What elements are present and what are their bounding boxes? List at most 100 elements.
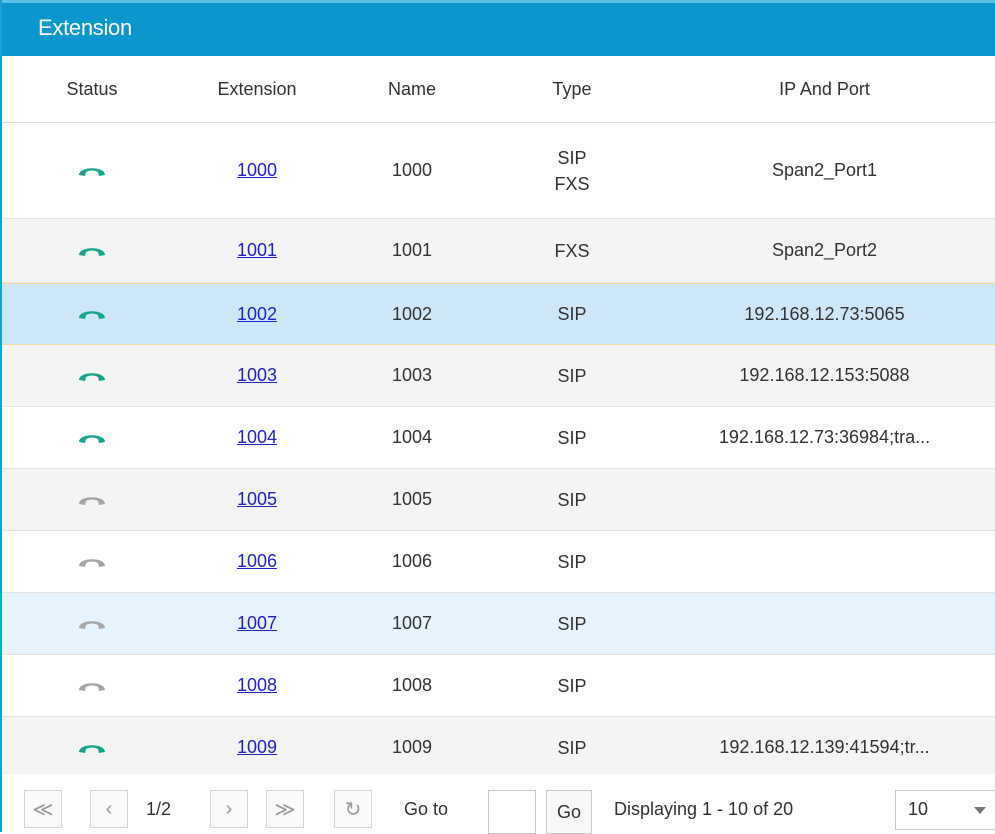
phone-offline-icon: [2, 469, 182, 530]
name-cell: 1002: [391, 303, 433, 324]
ip-port-cell: [652, 531, 995, 592]
table-header: Status Extension Name Type IP And Port: [2, 56, 995, 123]
refresh-icon: ↻: [344, 798, 362, 821]
type-cell: SIP: [492, 284, 652, 344]
extension-panel: Extension Status Extension Name Type IP …: [0, 0, 995, 834]
extension-link[interactable]: 1002: [237, 304, 277, 325]
refresh-button[interactable]: ↻: [334, 790, 372, 828]
extension-cell: 1001: [182, 219, 332, 282]
extension-cell: 1000: [182, 123, 332, 218]
extension-link[interactable]: 1003: [237, 365, 277, 386]
type-value: SIP: [557, 551, 587, 572]
column-header-extension[interactable]: Extension: [182, 56, 332, 122]
type-value: SIP: [557, 737, 587, 758]
page-size-value: 10: [908, 799, 929, 819]
table-row[interactable]: 1004 1004 SIP 192.168.12.73:36984;tra...: [2, 407, 995, 469]
double-chevron-right-icon: ≫: [274, 798, 296, 821]
extension-link[interactable]: 1000: [237, 160, 277, 181]
table-row[interactable]: 1001 1001 FXS Span2_Port2: [2, 219, 995, 283]
extension-cell: 1003: [182, 345, 332, 406]
extension-cell: 1004: [182, 407, 332, 468]
phone-offline-icon: [2, 655, 182, 716]
ip-port-cell: 192.168.12.73:36984;tra...: [718, 427, 931, 447]
column-header-type[interactable]: Type: [492, 56, 652, 122]
type-cell: SIP: [492, 717, 652, 778]
type-cell: SIP FXS: [492, 123, 652, 218]
type-cell: SIP: [492, 531, 652, 592]
column-header-ip-and-port[interactable]: IP And Port: [652, 56, 995, 122]
extension-table: Status Extension Name Type IP And Port 1…: [2, 56, 995, 779]
name-cell: 1003: [391, 365, 433, 385]
phone-offline-icon: [2, 531, 182, 592]
type-value: SIP: [557, 427, 587, 448]
last-page-button[interactable]: ≫: [266, 790, 304, 828]
table-row[interactable]: 1002 1002 SIP 192.168.12.73:5065: [2, 283, 995, 345]
phone-online-icon: [2, 284, 182, 344]
extension-cell: 1006: [182, 531, 332, 592]
ip-port-cell: [652, 655, 995, 716]
double-chevron-left-icon: ≪: [32, 798, 54, 821]
type-value: FXS: [554, 240, 590, 261]
phone-online-icon: [2, 123, 182, 218]
ip-port-cell: 192.168.12.73:5065: [744, 303, 905, 324]
phone-online-icon: [2, 717, 182, 778]
pagination-bar: ≪ ‹ 1/2 › ≫ ↻ Go to Go Displaying 1 - 10…: [2, 774, 995, 834]
column-header-name[interactable]: Name: [332, 56, 492, 122]
page-size-select[interactable]: 10: [895, 790, 995, 830]
extension-link[interactable]: 1004: [237, 427, 277, 448]
type-value: SIP: [557, 304, 587, 324]
dropdown-arrow-icon: [974, 807, 986, 814]
prev-page-button[interactable]: ‹: [90, 790, 128, 828]
type-cell: SIP: [492, 655, 652, 716]
phone-offline-icon: [2, 593, 182, 654]
extension-link[interactable]: 1009: [237, 737, 277, 758]
chevron-right-icon: ›: [225, 797, 233, 820]
go-button[interactable]: Go: [546, 790, 592, 834]
name-cell: 1005: [391, 489, 433, 509]
ip-port-cell: Span2_Port1: [771, 160, 878, 180]
type-cell: SIP: [492, 469, 652, 530]
ip-port-cell: 192.168.12.153:5088: [739, 365, 910, 385]
table-body: 1000 1000 SIP FXS Span2_Port1 1001 1001 FXS Span…: [2, 123, 995, 779]
extension-cell: 1009: [182, 717, 332, 778]
goto-page-input[interactable]: [488, 790, 536, 834]
extension-link[interactable]: 1007: [237, 613, 277, 634]
extension-cell: 1008: [182, 655, 332, 716]
type-value: SIP: [557, 147, 587, 168]
page-indicator: 1/2: [146, 798, 172, 819]
extension-cell: 1002: [182, 284, 332, 344]
type-value: SIP: [557, 489, 587, 510]
type-value: FXS: [554, 173, 590, 194]
name-cell: 1000: [391, 160, 433, 180]
type-value: SIP: [557, 365, 587, 386]
display-count-text: Displaying 1 - 10 of 20: [614, 798, 794, 819]
extension-link[interactable]: 1005: [237, 489, 277, 510]
table-row[interactable]: 1009 1009 SIP 192.168.12.139:41594;tr...: [2, 717, 995, 779]
first-page-button[interactable]: ≪: [24, 790, 62, 828]
extension-cell: 1007: [182, 593, 332, 654]
panel-header: Extension: [2, 0, 995, 56]
next-page-button[interactable]: ›: [210, 790, 248, 828]
name-cell: 1007: [391, 613, 433, 633]
phone-online-icon: [2, 407, 182, 468]
table-row[interactable]: 1003 1003 SIP 192.168.12.153:5088: [2, 345, 995, 407]
type-cell: FXS: [492, 219, 652, 282]
goto-label: Go to: [404, 798, 449, 819]
table-row[interactable]: 1005 1005 SIP: [2, 469, 995, 531]
extension-link[interactable]: 1006: [237, 551, 277, 572]
ip-port-cell: [652, 593, 995, 654]
name-cell: 1004: [391, 427, 433, 447]
column-header-status[interactable]: Status: [2, 56, 182, 122]
table-row[interactable]: 1008 1008 SIP: [2, 655, 995, 717]
ip-port-cell: 192.168.12.139:41594;tr...: [719, 737, 930, 757]
ip-port-cell: Span2_Port2: [771, 240, 878, 260]
table-row[interactable]: 1007 1007 SIP: [2, 593, 995, 655]
panel-title: Extension: [38, 15, 132, 40]
table-row[interactable]: 1006 1006 SIP: [2, 531, 995, 593]
type-cell: SIP: [492, 593, 652, 654]
extension-link[interactable]: 1001: [237, 240, 277, 261]
table-row[interactable]: 1000 1000 SIP FXS Span2_Port1: [2, 123, 995, 219]
type-cell: SIP: [492, 345, 652, 406]
chevron-left-icon: ‹: [105, 797, 113, 820]
extension-link[interactable]: 1008: [237, 675, 277, 696]
